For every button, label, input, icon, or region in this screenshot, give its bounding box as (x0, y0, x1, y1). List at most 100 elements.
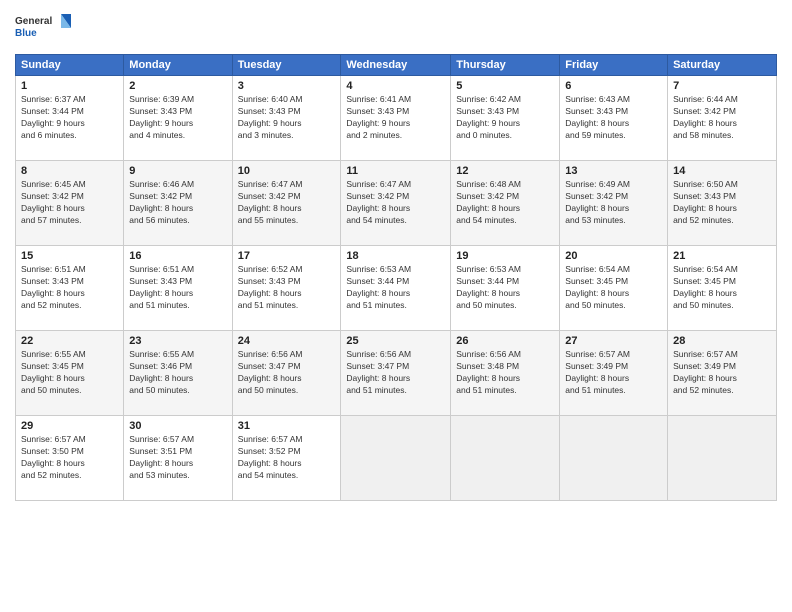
day-info: Sunrise: 6:37 AM Sunset: 3:44 PM Dayligh… (21, 94, 118, 142)
day-info: Sunrise: 6:55 AM Sunset: 3:45 PM Dayligh… (21, 349, 118, 397)
day-number: 9 (129, 165, 226, 177)
day-cell: 29 Sunrise: 6:57 AM Sunset: 3:50 PM Dayli… (16, 416, 124, 501)
day-cell (560, 416, 668, 501)
day-number: 10 (238, 165, 336, 177)
day-info: Sunrise: 6:47 AM Sunset: 3:42 PM Dayligh… (238, 179, 336, 227)
day-cell: 23 Sunrise: 6:55 AM Sunset: 3:46 PM Dayli… (124, 331, 232, 416)
day-info: Sunrise: 6:57 AM Sunset: 3:49 PM Dayligh… (673, 349, 771, 397)
day-cell: 11 Sunrise: 6:47 AM Sunset: 3:42 PM Dayli… (341, 161, 451, 246)
day-number: 19 (456, 250, 554, 262)
day-cell: 26 Sunrise: 6:56 AM Sunset: 3:48 PM Dayli… (451, 331, 560, 416)
day-cell (451, 416, 560, 501)
day-info: Sunrise: 6:53 AM Sunset: 3:44 PM Dayligh… (346, 264, 445, 312)
day-number: 7 (673, 80, 771, 92)
day-number: 3 (238, 80, 336, 92)
day-info: Sunrise: 6:50 AM Sunset: 3:43 PM Dayligh… (673, 179, 771, 227)
day-cell: 7 Sunrise: 6:44 AM Sunset: 3:42 PM Daylig… (668, 76, 777, 161)
day-cell: 8 Sunrise: 6:45 AM Sunset: 3:42 PM Daylig… (16, 161, 124, 246)
day-cell: 22 Sunrise: 6:55 AM Sunset: 3:45 PM Dayli… (16, 331, 124, 416)
day-cell: 20 Sunrise: 6:54 AM Sunset: 3:45 PM Dayli… (560, 246, 668, 331)
day-info: Sunrise: 6:52 AM Sunset: 3:43 PM Dayligh… (238, 264, 336, 312)
day-cell: 2 Sunrise: 6:39 AM Sunset: 3:43 PM Daylig… (124, 76, 232, 161)
day-info: Sunrise: 6:43 AM Sunset: 3:43 PM Dayligh… (565, 94, 662, 142)
day-info: Sunrise: 6:41 AM Sunset: 3:43 PM Dayligh… (346, 94, 445, 142)
day-number: 12 (456, 165, 554, 177)
day-number: 22 (21, 335, 118, 347)
day-info: Sunrise: 6:57 AM Sunset: 3:49 PM Dayligh… (565, 349, 662, 397)
day-number: 23 (129, 335, 226, 347)
day-cell: 21 Sunrise: 6:54 AM Sunset: 3:45 PM Dayli… (668, 246, 777, 331)
day-cell: 10 Sunrise: 6:47 AM Sunset: 3:42 PM Dayli… (232, 161, 341, 246)
day-number: 11 (346, 165, 445, 177)
day-info: Sunrise: 6:54 AM Sunset: 3:45 PM Dayligh… (673, 264, 771, 312)
day-cell: 28Sunrise: 6:57 AM Sunset: 3:49 PM Dayli… (668, 331, 777, 416)
day-info: Sunrise: 6:55 AM Sunset: 3:46 PM Dayligh… (129, 349, 226, 397)
day-cell: 5Sunrise: 6:42 AM Sunset: 3:43 PM Daylig… (451, 76, 560, 161)
day-info: Sunrise: 6:56 AM Sunset: 3:48 PM Dayligh… (456, 349, 554, 397)
day-cell: 1 Sunrise: 6:37 AM Sunset: 3:44 PM Daylig… (16, 76, 124, 161)
day-cell: 18 Sunrise: 6:53 AM Sunset: 3:44 PM Dayli… (341, 246, 451, 331)
day-number: 8 (21, 165, 118, 177)
day-number: 30 (129, 420, 226, 432)
day-cell: 9 Sunrise: 6:46 AM Sunset: 3:42 PM Daylig… (124, 161, 232, 246)
day-number: 2 (129, 80, 226, 92)
day-cell: 4 Sunrise: 6:41 AM Sunset: 3:43 PM Daylig… (341, 76, 451, 161)
day-info: Sunrise: 6:46 AM Sunset: 3:42 PM Dayligh… (129, 179, 226, 227)
day-cell: 6 Sunrise: 6:43 AM Sunset: 3:43 PM Daylig… (560, 76, 668, 161)
day-number: 15 (21, 250, 118, 262)
day-number: 26 (456, 335, 554, 347)
calendar-container: General Blue SundayMondayTuesdayWednesda… (0, 0, 792, 612)
calendar-table: SundayMondayTuesdayWednesdayThursdayFrid… (15, 54, 777, 501)
day-info: Sunrise: 6:56 AM Sunset: 3:47 PM Dayligh… (238, 349, 336, 397)
day-number: 6 (565, 80, 662, 92)
week-row: 29 Sunrise: 6:57 AM Sunset: 3:50 PM Dayli… (16, 416, 777, 501)
day-cell: 13 Sunrise: 6:49 AM Sunset: 3:42 PM Dayli… (560, 161, 668, 246)
day-number: 17 (238, 250, 336, 262)
header-day: Friday (560, 55, 668, 76)
day-info: Sunrise: 6:57 AM Sunset: 3:52 PM Dayligh… (238, 434, 336, 482)
day-info: Sunrise: 6:47 AM Sunset: 3:42 PM Dayligh… (346, 179, 445, 227)
day-info: Sunrise: 6:57 AM Sunset: 3:50 PM Dayligh… (21, 434, 118, 482)
day-info: Sunrise: 6:45 AM Sunset: 3:42 PM Dayligh… (21, 179, 118, 227)
day-number: 31 (238, 420, 336, 432)
week-row: 15 Sunrise: 6:51 AM Sunset: 3:43 PM Dayli… (16, 246, 777, 331)
day-cell: 30 Sunrise: 6:57 AM Sunset: 3:51 PM Dayli… (124, 416, 232, 501)
day-info: Sunrise: 6:53 AM Sunset: 3:44 PM Dayligh… (456, 264, 554, 312)
week-row: 8 Sunrise: 6:45 AM Sunset: 3:42 PM Daylig… (16, 161, 777, 246)
day-info: Sunrise: 6:56 AM Sunset: 3:47 PM Dayligh… (346, 349, 445, 397)
logo: General Blue (15, 10, 75, 46)
day-number: 1 (21, 80, 118, 92)
day-info: Sunrise: 6:49 AM Sunset: 3:42 PM Dayligh… (565, 179, 662, 227)
day-number: 13 (565, 165, 662, 177)
day-cell: 15 Sunrise: 6:51 AM Sunset: 3:43 PM Dayli… (16, 246, 124, 331)
day-number: 4 (346, 80, 445, 92)
day-info: Sunrise: 6:42 AM Sunset: 3:43 PM Dayligh… (456, 94, 554, 142)
day-number: 20 (565, 250, 662, 262)
svg-text:Blue: Blue (15, 28, 37, 39)
day-info: Sunrise: 6:44 AM Sunset: 3:42 PM Dayligh… (673, 94, 771, 142)
day-info: Sunrise: 6:39 AM Sunset: 3:43 PM Dayligh… (129, 94, 226, 142)
day-number: 21 (673, 250, 771, 262)
day-number: 27 (565, 335, 662, 347)
header-day: Saturday (668, 55, 777, 76)
day-info: Sunrise: 6:51 AM Sunset: 3:43 PM Dayligh… (21, 264, 118, 312)
header: General Blue (15, 10, 777, 46)
day-info: Sunrise: 6:54 AM Sunset: 3:45 PM Dayligh… (565, 264, 662, 312)
day-cell: 16 Sunrise: 6:51 AM Sunset: 3:43 PM Dayli… (124, 246, 232, 331)
week-row: 1 Sunrise: 6:37 AM Sunset: 3:44 PM Daylig… (16, 76, 777, 161)
day-cell (668, 416, 777, 501)
header-day: Wednesday (341, 55, 451, 76)
day-number: 16 (129, 250, 226, 262)
day-cell: 31 Sunrise: 6:57 AM Sunset: 3:52 PM Dayli… (232, 416, 341, 501)
day-info: Sunrise: 6:48 AM Sunset: 3:42 PM Dayligh… (456, 179, 554, 227)
day-info: Sunrise: 6:57 AM Sunset: 3:51 PM Dayligh… (129, 434, 226, 482)
day-info: Sunrise: 6:51 AM Sunset: 3:43 PM Dayligh… (129, 264, 226, 312)
header-day: Thursday (451, 55, 560, 76)
logo-svg: General Blue (15, 10, 75, 46)
day-cell: 24 Sunrise: 6:56 AM Sunset: 3:47 PM Dayli… (232, 331, 341, 416)
day-cell: 25Sunrise: 6:56 AM Sunset: 3:47 PM Dayli… (341, 331, 451, 416)
day-number: 24 (238, 335, 336, 347)
day-cell: 14Sunrise: 6:50 AM Sunset: 3:43 PM Dayli… (668, 161, 777, 246)
day-number: 18 (346, 250, 445, 262)
day-number: 29 (21, 420, 118, 432)
